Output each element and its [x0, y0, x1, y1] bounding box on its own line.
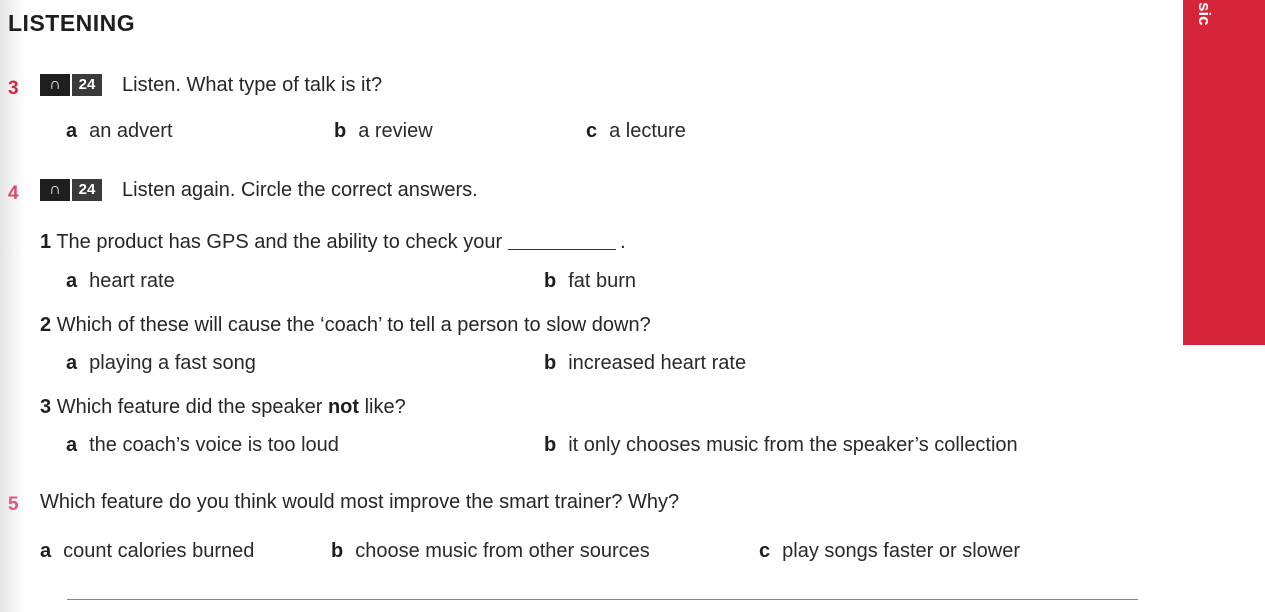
- exercise-5-option-b[interactable]: b choose music from other sources: [331, 540, 650, 563]
- exercise-3-instruction: Listen. What type of talk is it?: [122, 74, 383, 96]
- option-label: c: [586, 120, 598, 142]
- option-label: b: [334, 120, 347, 142]
- option-text: it only chooses music from the speaker’s…: [568, 434, 1018, 456]
- question-text: Which of these will cause the ‘coach’ to…: [56, 314, 651, 336]
- exercise-3-option-c[interactable]: c a lecture: [586, 120, 686, 143]
- option-text: heart rate: [89, 270, 175, 292]
- question-3: 3 Which feature did the speaker not like…: [40, 396, 406, 419]
- question-number: 2: [40, 314, 52, 336]
- question-2-option-b[interactable]: b increased heart rate: [544, 352, 746, 375]
- option-text: fat burn: [568, 270, 637, 292]
- exercise-5-instruction: Which feature do you think would most im…: [40, 491, 680, 513]
- audio-track-badge[interactable]: ∩ 24: [40, 179, 102, 201]
- option-label: b: [544, 434, 557, 456]
- question-1: 1 The product has GPS and the ability to…: [40, 231, 626, 254]
- question-text: Which feature did the speaker: [56, 396, 323, 418]
- side-tab: [1183, 0, 1265, 345]
- headphones-icon: ∩: [40, 179, 70, 201]
- option-text: increased heart rate: [568, 352, 747, 374]
- question-2-option-a[interactable]: a playing a fast song: [66, 352, 256, 375]
- headphones-icon: ∩: [40, 74, 70, 96]
- exercise-5-option-a[interactable]: a count calories burned: [40, 540, 254, 563]
- exercise-3-option-a[interactable]: a an advert: [66, 120, 173, 143]
- option-text: count calories burned: [63, 540, 255, 562]
- section-title: LISTENING: [8, 10, 136, 36]
- exercise-3-number: 3: [8, 78, 19, 99]
- option-label: a: [66, 270, 78, 292]
- option-text: choose music from other sources: [355, 540, 650, 562]
- question-1-option-b[interactable]: b fat burn: [544, 270, 636, 293]
- question-3-option-a[interactable]: a the coach’s voice is too loud: [66, 434, 339, 457]
- option-text: playing a fast song: [89, 352, 256, 374]
- answer-line[interactable]: [67, 599, 1138, 600]
- exercise-5-number: 5: [8, 494, 19, 515]
- option-label: a: [66, 434, 78, 456]
- option-label: b: [544, 352, 557, 374]
- question-2: 2 Which of these will cause the ‘coach’ …: [40, 314, 651, 337]
- option-label: a: [66, 352, 78, 374]
- option-text: a lecture: [609, 120, 686, 142]
- option-text: an advert: [89, 120, 173, 142]
- exercise-4-instruction: Listen again. Circle the correct answers…: [122, 179, 478, 201]
- question-number: 1: [40, 231, 52, 253]
- track-number: 24: [72, 179, 102, 201]
- option-text: play songs faster or slower: [782, 540, 1021, 562]
- question-text: The product has GPS and the ability to c…: [56, 231, 503, 253]
- question-text-end: like?: [364, 396, 406, 418]
- option-text: the coach’s voice is too loud: [89, 434, 339, 456]
- answer-blank[interactable]: [508, 249, 617, 250]
- option-label: b: [331, 540, 344, 562]
- option-label: c: [759, 540, 771, 562]
- option-text: a review: [358, 120, 433, 142]
- question-text-end: .: [620, 231, 626, 253]
- track-number: 24: [72, 74, 102, 96]
- audio-track-badge[interactable]: ∩ 24: [40, 74, 102, 96]
- exercise-3-option-b[interactable]: b a review: [334, 120, 433, 143]
- option-label: a: [66, 120, 78, 142]
- question-1-option-a[interactable]: a heart rate: [66, 270, 175, 293]
- exercise-4-number: 4: [8, 183, 19, 204]
- option-label: a: [40, 540, 52, 562]
- question-number: 3: [40, 396, 52, 418]
- option-label: b: [544, 270, 557, 292]
- emphasis-text: not: [327, 396, 360, 418]
- exercise-5-option-c[interactable]: c play songs faster or slower: [759, 540, 1020, 563]
- side-tab-label: sic: [1195, 2, 1214, 26]
- question-3-option-b[interactable]: b it only chooses music from the speaker’…: [544, 434, 1018, 457]
